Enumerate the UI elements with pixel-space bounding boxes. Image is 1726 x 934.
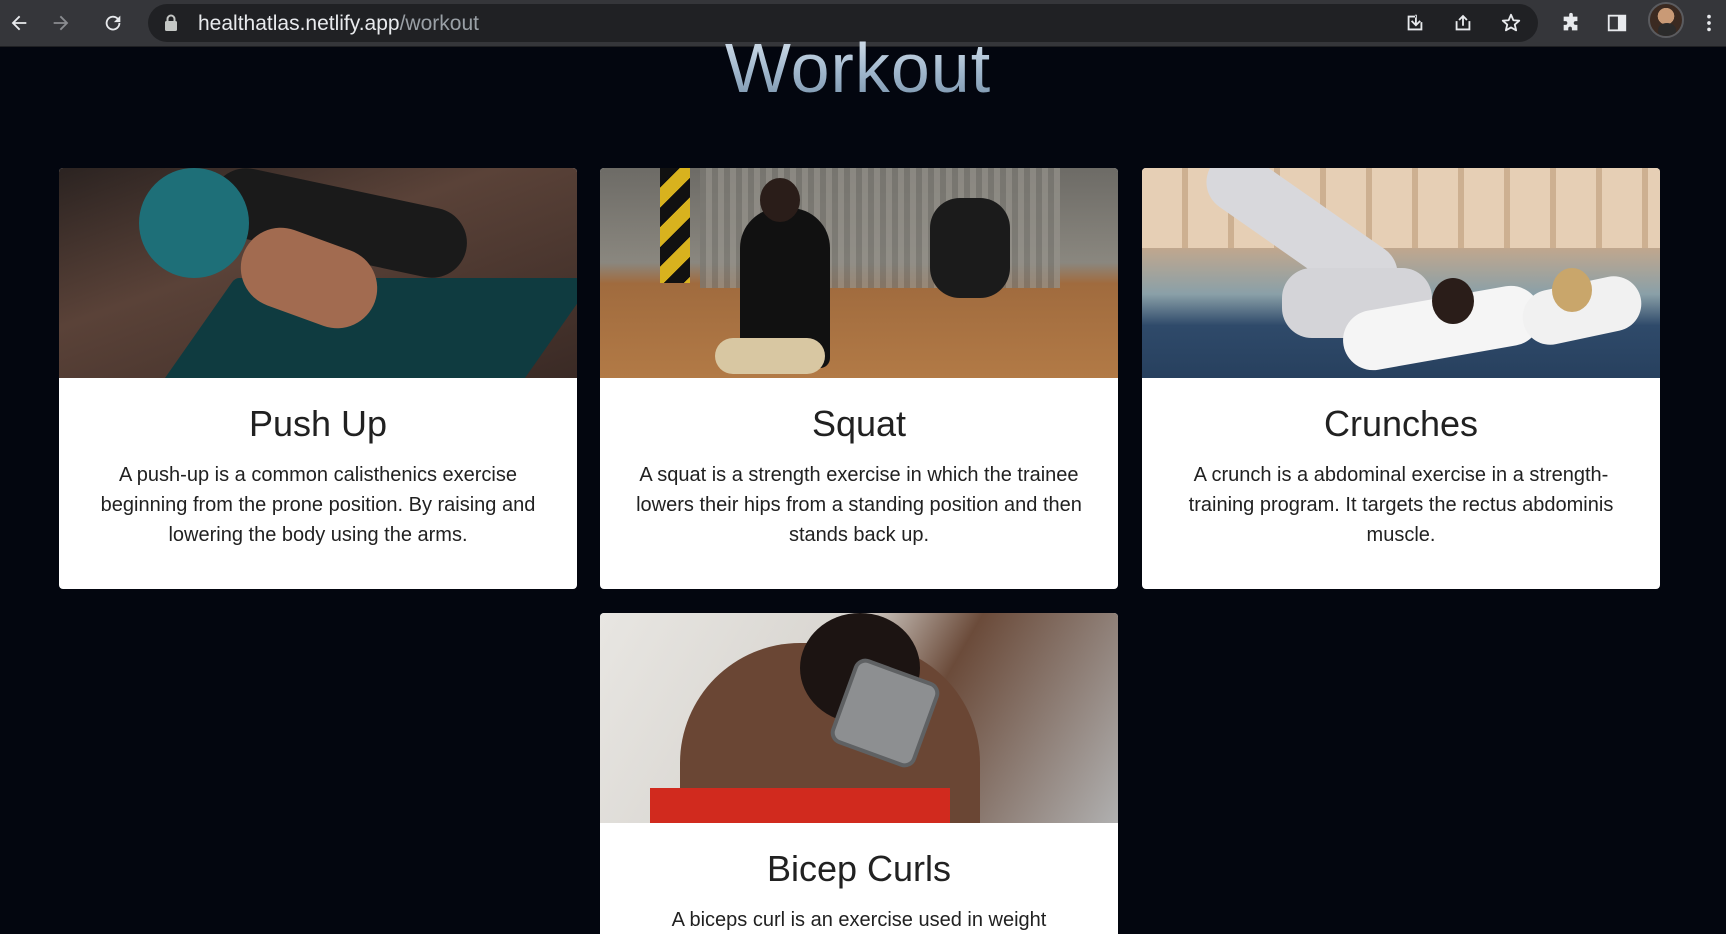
- card-title: Push Up: [248, 403, 388, 444]
- card-description: A squat is a strength exercise in which …: [636, 464, 1082, 546]
- card-title: Squat: [811, 403, 907, 444]
- push-up-image: [59, 168, 577, 378]
- page-title: Workout: [0, 26, 1716, 110]
- workout-card-push-up[interactable]: Push Up A push-up is a common calistheni…: [59, 168, 577, 589]
- card-description: A push-up is a common calisthenics exerc…: [100, 464, 536, 546]
- squat-image: [600, 168, 1118, 378]
- crunches-image: [1142, 168, 1660, 378]
- card-title: Bicep Curls: [766, 848, 952, 889]
- workout-card-crunches[interactable]: Crunches A crunch is a abdominal exercis…: [1142, 168, 1660, 589]
- bicep-curls-image: [600, 613, 1118, 823]
- card-description: A biceps curl is an exercise used in wei…: [671, 909, 1047, 931]
- workout-card-squat[interactable]: Squat A squat is a strength exercise in …: [600, 168, 1118, 589]
- card-title: Crunches: [1323, 403, 1479, 444]
- card-description: A crunch is a abdominal exercise in a st…: [1188, 464, 1614, 546]
- workout-card-bicep-curls[interactable]: Bicep Curls A biceps curl is an exercise…: [600, 613, 1118, 934]
